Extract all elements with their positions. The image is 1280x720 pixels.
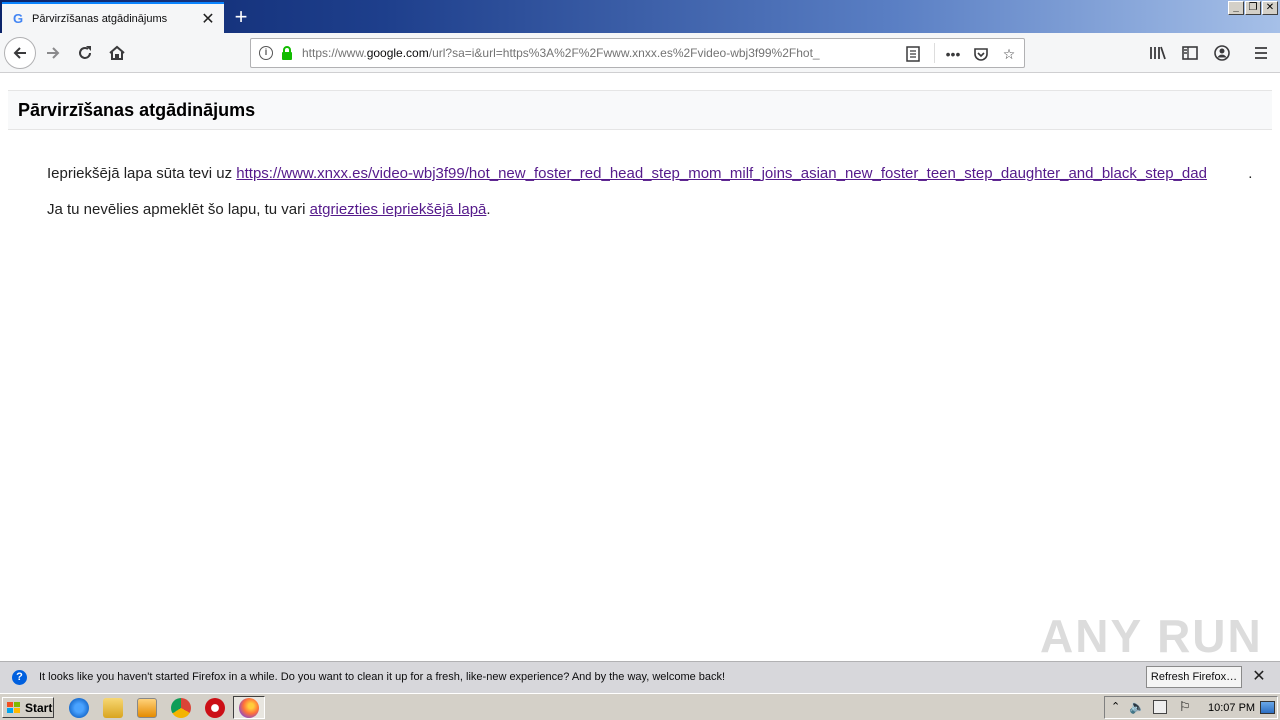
url-separator	[934, 43, 935, 63]
redirect-target-link[interactable]: https://www.xnxx.es/video-wbj3f99/hot_ne…	[236, 165, 1248, 182]
volume-icon[interactable]: 🔈	[1129, 699, 1145, 715]
tray-expand-icon[interactable]: ⌃	[1111, 700, 1120, 713]
file-explorer-icon[interactable]	[103, 698, 123, 718]
arrow-left-icon	[13, 47, 26, 59]
page-title: Pārvirzīšanas atgādinājums	[18, 100, 256, 120]
anyrun-watermark: ANY RUN	[1040, 610, 1263, 662]
tab-strip: G Pārvirzīšanas atgādinājums ✕ + _ ❐ ✕	[0, 0, 1280, 33]
go-back-suffix: .	[486, 201, 491, 218]
sidebar-icon[interactable]	[1175, 38, 1205, 68]
home-icon	[109, 45, 125, 60]
url-bar[interactable]: i https://www.google.com/url?sa=i&url=ht…	[250, 38, 1025, 68]
info-icon[interactable]: i	[259, 46, 273, 60]
heading-bar: Pārvirzīšanas atgādinājums	[8, 90, 1272, 130]
page-content: Pārvirzīšanas atgādinājums Iepriekšējā l…	[0, 74, 1280, 662]
tab-close-icon[interactable]: ✕	[198, 9, 218, 29]
go-back-link[interactable]: atgriezties iepriekšējā lapā	[310, 201, 487, 218]
media-player-icon[interactable]	[137, 698, 157, 718]
start-button[interactable]: Start	[2, 697, 54, 718]
firefox-icon	[239, 698, 259, 718]
navigation-toolbar: i https://www.google.com/url?sa=i&url=ht…	[0, 33, 1280, 73]
refresh-firefox-button[interactable]: Refresh Firefox…	[1146, 666, 1242, 688]
redirect-notice-suffix: .	[1248, 165, 1253, 182]
windows-logo-icon	[7, 701, 20, 713]
redirect-notice-text: Iepriekšējā lapa sūta tevi uz	[47, 165, 237, 182]
action-center-flag-icon[interactable]: ⚐	[1179, 699, 1191, 715]
notification-bar: ? It looks like you haven't started Fire…	[0, 661, 1280, 693]
start-label: Start	[25, 700, 53, 715]
notification-message: It looks like you haven't started Firefo…	[39, 671, 726, 683]
bookmark-star-icon[interactable]: ☆	[999, 44, 1019, 64]
library-icon[interactable]	[1143, 38, 1173, 68]
network-icon[interactable]	[1153, 700, 1167, 714]
new-tab-button[interactable]: +	[228, 4, 254, 30]
forward-button[interactable]	[38, 38, 68, 68]
home-button[interactable]	[102, 38, 132, 68]
clock[interactable]: 10:07 PM	[1208, 702, 1255, 714]
minimize-button[interactable]: _	[1228, 1, 1244, 15]
reload-icon	[79, 46, 91, 59]
restore-button[interactable]: ❐	[1245, 1, 1261, 15]
internet-explorer-icon[interactable]	[69, 698, 89, 718]
reader-view-icon[interactable]	[903, 44, 923, 64]
pocket-icon[interactable]	[971, 44, 991, 64]
tab-active[interactable]: G Pārvirzīšanas atgādinājums ✕	[2, 2, 224, 33]
google-favicon-icon: G	[12, 11, 24, 26]
chrome-icon[interactable]	[171, 698, 191, 718]
opera-icon[interactable]	[205, 698, 225, 718]
lock-icon[interactable]	[280, 46, 294, 60]
question-icon: ?	[12, 670, 27, 685]
url-text[interactable]: https://www.google.com/url?sa=i&url=http…	[302, 46, 892, 60]
close-window-button[interactable]: ✕	[1262, 1, 1278, 15]
reload-button[interactable]	[70, 38, 100, 68]
taskbar-firefox-active[interactable]	[233, 696, 265, 719]
url-host: google.com	[366, 46, 429, 60]
redirect-notice-line: Iepriekšējā lapa sūta tevi uz https://ww…	[47, 165, 1252, 182]
menu-icon[interactable]	[1246, 38, 1276, 68]
show-desktop-icon[interactable]	[1260, 701, 1275, 714]
url-prefix: https://www.	[302, 46, 367, 60]
notification-close-icon[interactable]: ✕	[1250, 668, 1268, 686]
taskbar: Start ⌃ 🔈 ⚐ 10:07 PM	[0, 693, 1280, 720]
account-icon[interactable]	[1207, 38, 1237, 68]
tab-title: Pārvirzīšanas atgādinājums	[32, 12, 168, 25]
system-tray: ⌃ 🔈 ⚐ 10:07 PM	[1104, 696, 1278, 719]
go-back-line: Ja tu nevēlies apmeklēt šo lapu, tu vari…	[47, 201, 491, 218]
back-button[interactable]	[4, 37, 36, 69]
go-back-text: Ja tu nevēlies apmeklēt šo lapu, tu vari	[47, 201, 310, 218]
url-path: /url?sa=i&url=https%3A%2F%2Fwww.xnxx.es%…	[428, 46, 820, 60]
arrow-right-icon	[47, 47, 60, 59]
page-actions-icon[interactable]: •••	[943, 44, 963, 64]
